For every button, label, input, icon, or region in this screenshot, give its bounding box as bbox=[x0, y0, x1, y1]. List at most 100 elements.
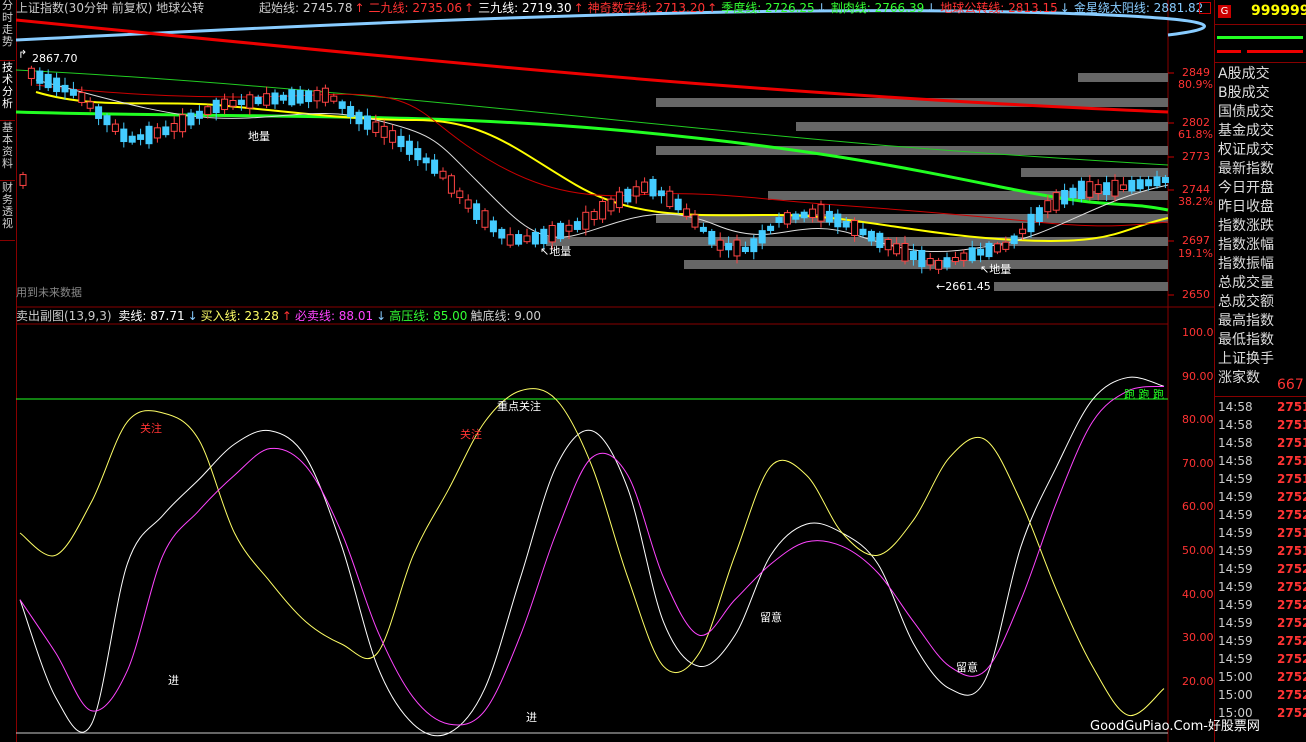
candle-body bbox=[1010, 235, 1018, 245]
price-label: 2773 bbox=[1182, 150, 1210, 163]
tick-price: 2752 bbox=[1277, 598, 1306, 612]
watermark: GoodGuPiao.Com-好股票网 bbox=[1090, 719, 1260, 734]
candle-body bbox=[313, 90, 321, 102]
candle-body bbox=[1153, 176, 1161, 187]
tick-time: 14:59 bbox=[1218, 616, 1253, 630]
sub-y-label: 50.00 bbox=[1182, 544, 1214, 557]
candle-body bbox=[708, 230, 716, 245]
candle-body bbox=[254, 96, 262, 105]
quote-field-label: 昨日收盘 bbox=[1218, 199, 1274, 215]
tick-price: 2752 bbox=[1277, 688, 1306, 702]
tick-price: 2751 bbox=[1277, 436, 1306, 450]
candle-body bbox=[867, 230, 875, 242]
fib-label: 80.9% bbox=[1178, 78, 1213, 91]
tick-row: 15:00 2752 bbox=[1215, 668, 1306, 686]
ratio-bar-green bbox=[1217, 36, 1303, 39]
candle-body bbox=[1161, 177, 1169, 183]
tick-time: 14:59 bbox=[1218, 634, 1253, 648]
candle-body bbox=[918, 249, 926, 268]
candle-body bbox=[716, 239, 724, 251]
tick-time: 14:59 bbox=[1218, 580, 1253, 594]
candle-body bbox=[1086, 181, 1094, 198]
candle-body bbox=[506, 234, 514, 246]
sub-y-label: 70.00 bbox=[1182, 456, 1214, 470]
candle-body bbox=[237, 99, 245, 106]
tick-row: 14:58 2751 bbox=[1215, 434, 1306, 452]
restore-icon[interactable] bbox=[1199, 2, 1211, 14]
tab-time-share[interactable]: 分时走势 bbox=[0, 0, 15, 61]
tick-price: 2751 bbox=[1277, 544, 1306, 558]
candle-body bbox=[473, 203, 481, 220]
quote-field-label: B股成交 bbox=[1218, 85, 1270, 101]
indicator-value: 金星绕太阳线: 2881.82 bbox=[1073, 1, 1204, 15]
trend-arrow-icon: ↓ bbox=[376, 309, 387, 323]
candle-body bbox=[607, 198, 615, 212]
indicator-value: 神奇数字线: 2713.20 bbox=[587, 1, 706, 15]
candle-body bbox=[397, 135, 405, 148]
quote-field-label: 指数振幅 bbox=[1218, 256, 1274, 272]
candle-body bbox=[288, 89, 296, 106]
tab-basic-info[interactable]: 基本资料 bbox=[0, 122, 15, 181]
candle-body bbox=[187, 112, 195, 126]
candle-body bbox=[548, 225, 556, 243]
candle-body bbox=[523, 235, 531, 243]
candle-body bbox=[296, 89, 304, 104]
candle-body bbox=[422, 157, 430, 164]
candle-body bbox=[624, 188, 632, 203]
tick-row: 14:59 2752 bbox=[1215, 560, 1306, 578]
sub-chart-lines bbox=[19, 376, 1165, 737]
quote-field-label: 上证换手 bbox=[1218, 351, 1274, 367]
candle-body bbox=[884, 238, 892, 251]
tick-row: 14:59 2752 bbox=[1215, 506, 1306, 524]
candle-body bbox=[153, 127, 161, 139]
focus-label: 关注 bbox=[140, 422, 162, 435]
quote-field-label: 总成交量 bbox=[1218, 275, 1274, 291]
candle-body bbox=[683, 208, 691, 217]
candle-body bbox=[464, 199, 472, 209]
candle-body bbox=[36, 70, 44, 84]
sub-y-label: 40.00 bbox=[1182, 587, 1214, 601]
candle-body bbox=[1128, 179, 1136, 192]
tick-price: 2752 bbox=[1277, 562, 1306, 576]
sub-indicator-value: 必卖线: 88.01 bbox=[294, 309, 374, 323]
sub-y-label: 30.00 bbox=[1182, 631, 1214, 645]
candle-body bbox=[1111, 179, 1119, 197]
candle-body bbox=[221, 98, 229, 111]
quote-field-label: 权证成交 bbox=[1218, 142, 1274, 158]
candle-body bbox=[305, 90, 313, 103]
quote-field-label: 今日开盘 bbox=[1218, 180, 1274, 196]
tick-time: 14:58 bbox=[1218, 454, 1253, 468]
trend-arrow-icon: ↑ bbox=[573, 1, 584, 15]
candle-body bbox=[792, 213, 800, 220]
run-label: 跑 跑 跑 bbox=[1124, 388, 1164, 401]
tick-row: 14:59 2752 bbox=[1215, 614, 1306, 632]
candle-body bbox=[893, 243, 901, 255]
chart-area[interactable]: 上证指数(30分钟 前复权) 地球公转 起始线: 2745.78 ↑ 二九线: 27… bbox=[16, 0, 1214, 742]
high-price-label: 2867.70 bbox=[32, 52, 78, 65]
sub-y-label: 100.0 bbox=[1182, 326, 1214, 339]
tick-time: 14:59 bbox=[1218, 526, 1253, 540]
tick-price: 2752 bbox=[1277, 490, 1306, 504]
indicator-value: 割肉线: 2766.39 bbox=[830, 1, 925, 15]
tick-price: 2752 bbox=[1277, 652, 1306, 666]
price-axis-ticks bbox=[1168, 72, 1174, 296]
tab-financials[interactable]: 财务透视 bbox=[0, 182, 15, 241]
chart-title: 上证指数(30分钟 前复权) 地球公转 bbox=[16, 1, 205, 15]
tick-time: 14:59 bbox=[1218, 544, 1253, 558]
tick-price: 2752 bbox=[1277, 706, 1306, 720]
chart-canvas[interactable] bbox=[16, 0, 1214, 742]
fib-label: 61.8% bbox=[1178, 128, 1213, 141]
tick-price: 2752 bbox=[1277, 616, 1306, 630]
candle-body bbox=[699, 226, 707, 232]
candle-body bbox=[876, 232, 884, 248]
tick-time: 15:00 bbox=[1218, 670, 1253, 684]
candle-body bbox=[1136, 179, 1144, 190]
candle-body bbox=[641, 181, 649, 193]
candle-body bbox=[19, 174, 27, 186]
quote-panel: G 999999 A股成交 B股成交 国债成交 基金成交 权证成交 最新指数 今日开盘 昨日收… bbox=[1214, 0, 1306, 742]
fib-label: 38.2% bbox=[1178, 195, 1213, 208]
candle-body bbox=[1052, 192, 1060, 211]
tab-technical-analysis[interactable]: 技术分析 bbox=[0, 62, 15, 121]
candle-body bbox=[993, 243, 1001, 253]
candle-body bbox=[691, 214, 699, 228]
